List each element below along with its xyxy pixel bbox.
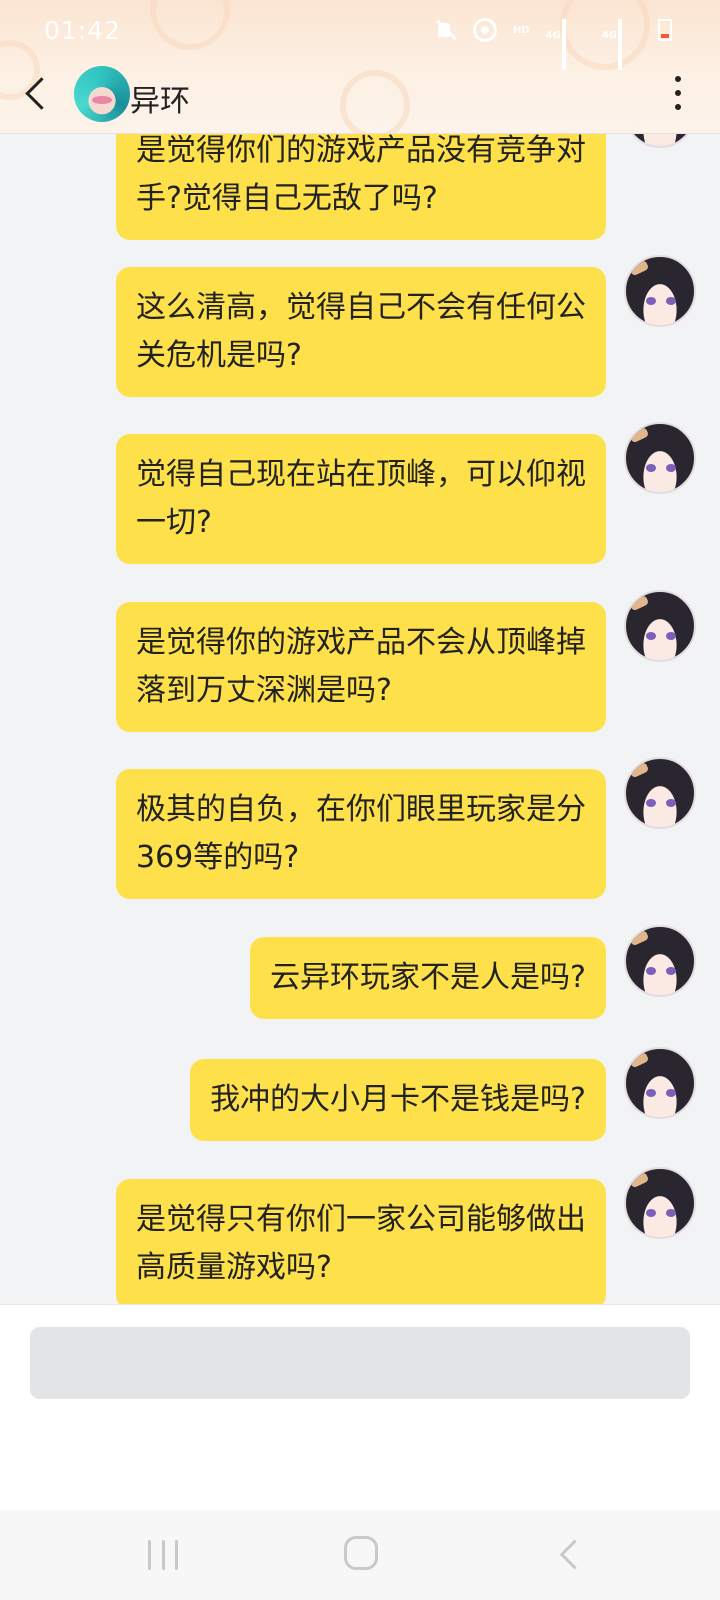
message-row: 觉得自己现在站在顶峰，可以仰视 一切? [116, 422, 696, 564]
message-line: 手?觉得自己无敌了吗? [136, 181, 438, 216]
signal-bars-icon [618, 19, 642, 70]
message-row: 是觉得你们的游戏产品没有竞争对 手?觉得自己无敌了吗? [116, 134, 696, 240]
user-avatar[interactable] [624, 134, 696, 148]
back-button[interactable] [18, 72, 58, 116]
message-line: 高质量游戏吗? [136, 1250, 332, 1285]
system-nav-bar [0, 1510, 720, 1600]
contact-name: 异环 [130, 84, 190, 119]
message-bubble[interactable]: 是觉得你们的游戏产品没有竞争对 手?觉得自己无敌了吗? [116, 134, 606, 240]
user-avatar[interactable] [624, 757, 696, 829]
hd-icon: HD [512, 24, 530, 36]
message-input[interactable] [30, 1327, 690, 1399]
user-avatar[interactable] [624, 590, 696, 662]
message-bubble[interactable]: 这么清高，觉得自己不会有任何公 关危机是吗? [116, 267, 606, 397]
message-line: 落到万丈深渊是吗? [136, 673, 392, 708]
net-label: 4G [601, 30, 617, 41]
message-row: 这么清高，觉得自己不会有任何公 关危机是吗? [116, 255, 696, 397]
message-list[interactable]: 是觉得你们的游戏产品没有竞争对 手?觉得自己无敌了吗? 这么清高，觉得自己不会有… [0, 134, 720, 1304]
message-line: 云异环玩家不是人是吗? [270, 960, 586, 995]
more-vertical-icon [675, 76, 681, 82]
user-avatar[interactable] [624, 1047, 696, 1119]
message-bubble[interactable]: 是觉得你的游戏产品不会从顶峰掉 落到万丈深渊是吗? [116, 602, 606, 732]
message-row: 是觉得只有你们一家公司能够做出 高质量游戏吗? [116, 1167, 696, 1304]
home-icon[interactable] [344, 1536, 378, 1570]
message-bubble[interactable]: 云异环玩家不是人是吗? [250, 937, 606, 1019]
battery-low-icon [658, 19, 672, 41]
user-avatar[interactable] [624, 422, 696, 494]
user-avatar[interactable] [624, 925, 696, 997]
chat-header: 01:42 HD 4G 4G 异环 [0, 0, 720, 134]
message-line: 是觉得只有你们一家公司能够做出 [136, 1202, 586, 1237]
hotspot-icon [472, 18, 497, 42]
message-line: 觉得自己现在站在顶峰，可以仰视 [136, 457, 586, 492]
mute-icon [435, 19, 457, 41]
message-bubble[interactable]: 极其的自负，在你们眼里玩家是分 369等的吗? [116, 769, 606, 899]
message-line: 是觉得你的游戏产品不会从顶峰掉 [136, 625, 586, 660]
message-line: 极其的自负，在你们眼里玩家是分 [136, 792, 586, 827]
message-line: 这么清高，觉得自己不会有任何公 [136, 290, 586, 325]
signal-4g-icon: 4G [545, 19, 586, 70]
back-icon[interactable] [554, 1538, 584, 1568]
message-row: 云异环玩家不是人是吗? [250, 925, 696, 1019]
message-line: 关危机是吗? [136, 338, 302, 373]
decor-circle [340, 70, 410, 133]
status-bar: 01:42 HD 4G 4G [0, 0, 720, 70]
message-line: 是觉得你们的游戏产品没有竞争对 [136, 134, 586, 168]
status-time: 01:42 [44, 16, 122, 45]
net-label: 4G [545, 30, 561, 41]
message-bubble[interactable]: 是觉得只有你们一家公司能够做出 高质量游戏吗? [116, 1179, 606, 1304]
contact-avatar[interactable] [74, 66, 130, 122]
signal-4g-icon: 4G [601, 19, 642, 70]
signal-bars-icon [561, 19, 586, 70]
more-options-button[interactable] [666, 76, 690, 110]
message-row: 我冲的大小月卡不是钱是吗? [190, 1047, 696, 1141]
message-bubble[interactable]: 觉得自己现在站在顶峰，可以仰视 一切? [116, 434, 606, 564]
message-row: 是觉得你的游戏产品不会从顶峰掉 落到万丈深渊是吗? [116, 590, 696, 732]
message-row: 极其的自负，在你们眼里玩家是分 369等的吗? [116, 757, 696, 899]
message-line: 一切? [136, 505, 212, 540]
recent-apps-icon[interactable] [148, 1540, 178, 1570]
user-avatar[interactable] [624, 1167, 696, 1239]
status-icons: HD 4G 4G [435, 18, 672, 70]
message-line: 我冲的大小月卡不是钱是吗? [210, 1082, 586, 1117]
message-bubble[interactable]: 我冲的大小月卡不是钱是吗? [190, 1059, 606, 1141]
composer-area [0, 1304, 720, 1510]
message-line: 369等的吗? [136, 840, 300, 875]
user-avatar[interactable] [624, 255, 696, 327]
